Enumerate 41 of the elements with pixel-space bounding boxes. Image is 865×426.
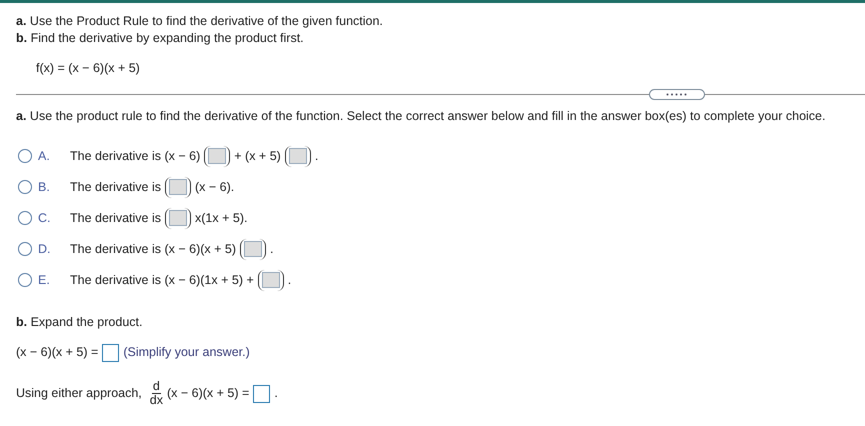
- math-text: Using either approach,: [16, 385, 142, 402]
- choice-letter: C.: [38, 210, 52, 227]
- math-text: x(1x + 5).: [195, 210, 248, 227]
- answer-box[interactable]: [284, 146, 311, 166]
- math-text: .: [314, 148, 318, 165]
- math-text: + (x + 5): [234, 148, 281, 165]
- math-text: (x − 6).: [195, 178, 234, 196]
- choice-letter: E.: [38, 272, 51, 289]
- function-formula: f(x) = (x − 6)(x + 5): [36, 60, 141, 77]
- answer-box[interactable]: [258, 270, 284, 290]
- math-text: .: [270, 240, 274, 258]
- choice-letter: A.: [38, 148, 51, 165]
- hint-text: (Simplify your answer.): [123, 344, 250, 362]
- question-text: b. Expand the product.: [16, 314, 144, 331]
- answer-box[interactable]: [204, 146, 230, 166]
- choice-letter: D.: [38, 240, 52, 258]
- fraction-numerator: d: [152, 380, 161, 394]
- math-text: The derivative is (x − 6)(x + 5): [70, 240, 236, 258]
- instruction-text: a. Use the Product Rule to find the derivative of the given function.: [16, 13, 384, 30]
- answer-box[interactable]: [240, 238, 266, 260]
- math-text: (x − 6)(x + 5) =: [166, 385, 250, 402]
- math-text: The derivative is: [70, 210, 162, 227]
- answer-box[interactable]: [165, 176, 192, 198]
- fraction-denominator: dx: [150, 394, 163, 407]
- math-text: The derivative is: [70, 178, 162, 196]
- radio-button[interactable]: [18, 242, 32, 256]
- math-text: .: [274, 385, 278, 402]
- choice-letter: B.: [38, 178, 51, 196]
- instruction-text: b. Find the derivative by expanding the product first.: [16, 30, 305, 47]
- math-text: The derivative is (x − 6): [70, 148, 200, 165]
- math-text: The derivative is (x − 6)(1x + 5) +: [70, 272, 254, 289]
- math-text: .: [288, 272, 292, 289]
- radio-button[interactable]: [18, 211, 32, 225]
- answer-box[interactable]: [165, 208, 192, 228]
- more-icon: [666, 92, 688, 96]
- radio-button[interactable]: [18, 180, 32, 194]
- radio-button[interactable]: [18, 273, 32, 287]
- expand-button[interactable]: [649, 88, 705, 100]
- math-text: (x − 6)(x + 5) =: [16, 344, 98, 362]
- question-text: a. Use the product rule to find the derivative of the function. Select the correct answer below and fill in the answer box(es) to complete your choice.: [16, 108, 826, 125]
- radio-button[interactable]: [18, 149, 32, 163]
